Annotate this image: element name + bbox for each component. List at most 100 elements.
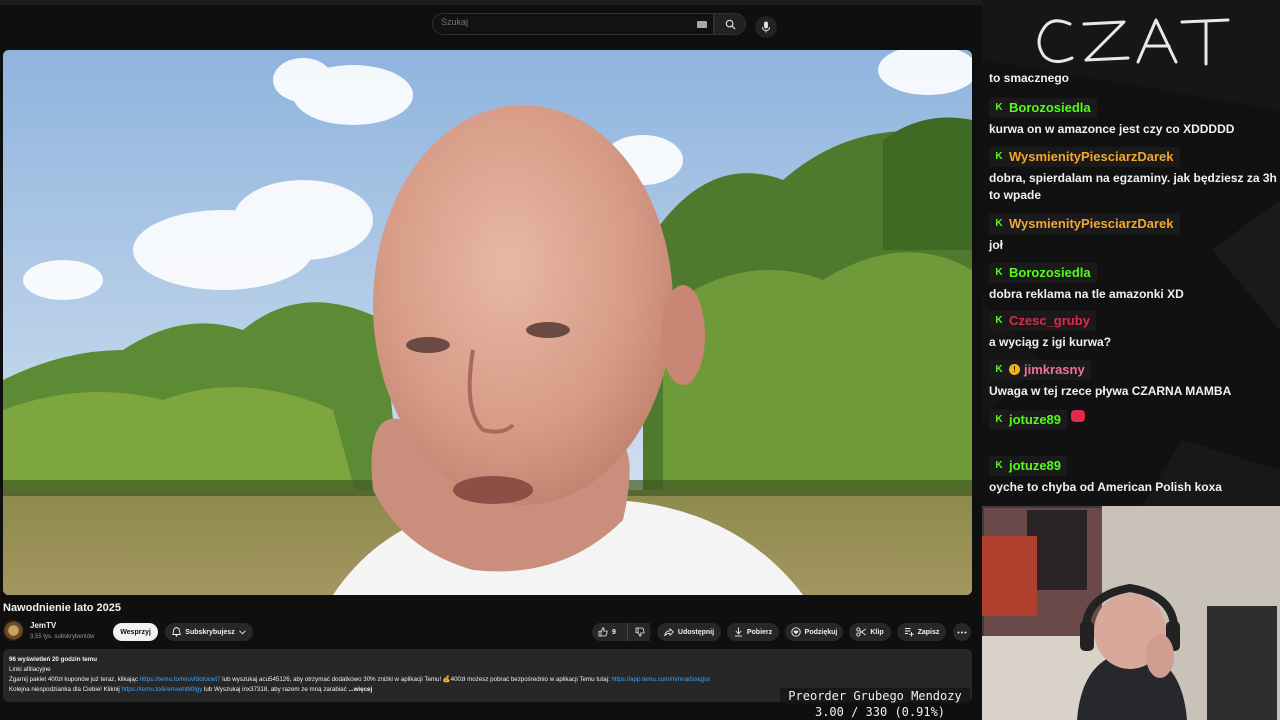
chat-message-text: dobra reklama na tle amazonki XD (989, 286, 1184, 301)
thumbs-down-icon (635, 627, 645, 637)
chat-username[interactable]: jimkrasny (1024, 362, 1085, 377)
subscribe-label: Subskrybujesz (185, 628, 235, 636)
show-more-link[interactable]: ...więcej (348, 686, 372, 693)
chat-username[interactable]: Czesc_gruby (1009, 313, 1090, 328)
thanks-icon (791, 627, 801, 637)
support-button[interactable]: Wesprzyj (113, 623, 158, 641)
bell-icon (172, 627, 182, 637)
more-actions-button[interactable] (953, 623, 971, 641)
description-text: Zgarnij pakiet 400zł kuponów już teraz, … (9, 676, 140, 683)
chat-message: K WysmienityPiesciarzDarek joł (989, 213, 1277, 254)
chat-message: K! jimkrasny Uwaga w tej rzece pływa CZAR… (989, 359, 1277, 400)
chat-username[interactable]: Borozosiedla (1009, 100, 1091, 115)
chat-username-chip[interactable]: K WysmienityPiesciarzDarek (989, 213, 1180, 234)
clip-button[interactable]: Klip (849, 623, 891, 641)
kick-badge-icon: K (995, 460, 1003, 471)
chevron-down-icon (238, 629, 246, 634)
like-count: 9 (612, 628, 616, 636)
description-line: Linki afiliacyjne (9, 666, 51, 673)
chat-username-chip[interactable]: K Czesc_gruby (989, 310, 1096, 331)
youtube-pane: Nawodnienie lato 2025 JemTV 3,55 tys. su… (0, 0, 982, 720)
download-button[interactable]: Pobierz (727, 623, 779, 641)
support-label: Wesprzyj (120, 628, 151, 636)
chat-username[interactable]: jotuze89 (1009, 458, 1061, 473)
chat-message: Kjotuze89 (989, 407, 1277, 430)
clip-label: Klip (870, 628, 884, 636)
keyboard-icon[interactable] (697, 21, 707, 28)
description-text: Kolejna niespodzianka dla Ciebie! Klikni… (9, 686, 122, 693)
share-icon (664, 627, 674, 636)
dislike-button[interactable] (627, 623, 651, 641)
chat-username-chip[interactable]: K Borozosiedla (989, 262, 1097, 283)
chat-username-chip[interactable]: K Borozosiedla (989, 97, 1097, 118)
description-link[interactable]: https://temu.to/k/emveht80lgy (121, 686, 202, 693)
channel-avatar[interactable] (3, 620, 24, 641)
thanks-button[interactable]: Podziękuj (785, 623, 843, 641)
chat-overlay: to smacznego K Borozosiedla kurwa on w am… (982, 0, 1280, 506)
download-icon (734, 627, 742, 637)
subscriber-count: 3,55 tys. subskrybentów (30, 634, 95, 640)
chat-message: K Czesc_gruby a wyciąg z igi kurwa? (989, 310, 1277, 351)
scissors-icon (856, 627, 867, 637)
video-frame (3, 50, 972, 595)
voice-search-button[interactable] (755, 16, 777, 38)
chat-username[interactable]: WysmienityPiesciarzDarek (1009, 216, 1174, 231)
bookmark-icon (904, 628, 914, 637)
search-box[interactable] (432, 13, 714, 35)
chat-username-chip[interactable]: K! jimkrasny (989, 359, 1091, 380)
download-label: Pobierz (746, 628, 773, 636)
goal-progress: 3.00 / 330 (0.91%) (814, 705, 946, 719)
more-icon (957, 631, 967, 633)
share-label: Udostępnij (677, 628, 715, 636)
goal-title: Preorder Grubego Mendozy (780, 688, 970, 704)
kick-badge-icon: K (995, 267, 1003, 278)
chat-username-chip[interactable]: K WysmienityPiesciarzDarek (989, 146, 1180, 167)
description-text: lub wyszukaj acu545126, aby otrzymać dod… (220, 676, 612, 683)
donation-goal-overlay: Preorder Grubego Mendozy 3.00 / 330 (0.9… (780, 688, 970, 720)
kick-badge-icon: K (995, 218, 1003, 229)
top-bar (0, 0, 982, 44)
search-button[interactable] (714, 13, 746, 35)
channel-name[interactable]: JemTV (30, 621, 56, 630)
chat-message-text: to smacznego (989, 71, 1070, 85)
video-player[interactable] (3, 50, 972, 595)
kick-badge-icon: K (995, 364, 1003, 375)
kick-badge-icon: K (995, 414, 1003, 425)
chat-message-text: Uwaga w tej rzece pływa CZARNA MAMBA (989, 383, 1232, 398)
subscribe-button[interactable]: Subskrybujesz (165, 623, 253, 641)
save-button[interactable]: Zapisz (897, 623, 946, 641)
description-stats: 96 wyświetleń 20 godzin temu (9, 656, 98, 663)
webcam-frame (982, 506, 1280, 720)
thanks-label: Podziękuj (804, 628, 838, 636)
chat-username-chip[interactable]: Kjotuze89 (989, 409, 1068, 430)
video-title: Nawodnienie lato 2025 (3, 602, 121, 614)
chat-username[interactable]: WysmienityPiesciarzDarek (1009, 149, 1174, 164)
chat-message-text: oyche to chyba od American Polish koxa (989, 479, 1222, 494)
chat-message: K Borozosiedla kurwa on w amazonce jest c… (989, 97, 1277, 138)
chat-message-text: dobra, spierdalam na egzaminy. jak będzi… (989, 170, 1277, 202)
share-button[interactable]: Udostępnij (657, 623, 721, 641)
description-line: Zgarnij pakiet 400zł kuponów już teraz, … (9, 675, 966, 685)
save-label: Zapisz (917, 628, 940, 636)
chat-message-text: joł (989, 237, 1003, 252)
description-link[interactable]: https://temu.to/m/uvfdotocwt7 (140, 676, 221, 683)
gift-badge-icon: ! (1009, 364, 1020, 375)
heart-emote-icon (1071, 410, 1086, 422)
chat-message: K Borozosiedla dobra reklama na tle amazo… (989, 262, 1277, 303)
kick-badge-icon: K (995, 151, 1003, 162)
description-link[interactable]: https://app.temu.com/m/nnadsxiqjsx (611, 676, 710, 683)
chat-username[interactable]: Borozosiedla (1009, 265, 1091, 280)
search-icon (725, 19, 736, 30)
chat-message: K WysmienityPiesciarzDarek dobra, spierda… (989, 146, 1277, 204)
search-input[interactable] (441, 17, 681, 27)
kick-badge-icon: K (995, 102, 1003, 113)
mic-icon (762, 21, 770, 33)
chat-username-chip[interactable]: Kjotuze89 (989, 455, 1068, 476)
thumbs-up-icon (598, 627, 608, 637)
chat-message: Kjotuze89 oyche to chyba od American Pol… (989, 455, 1277, 496)
czat-logo (1037, 18, 1230, 66)
chat-username[interactable]: jotuze89 (1009, 412, 1061, 427)
description-text: lub Wyszukaj inx37318, aby razem ze mną … (202, 686, 347, 693)
kick-badge-icon: K (995, 315, 1003, 326)
chat-message-text: kurwa on w amazonce jest czy co XDDDDD (989, 121, 1235, 136)
